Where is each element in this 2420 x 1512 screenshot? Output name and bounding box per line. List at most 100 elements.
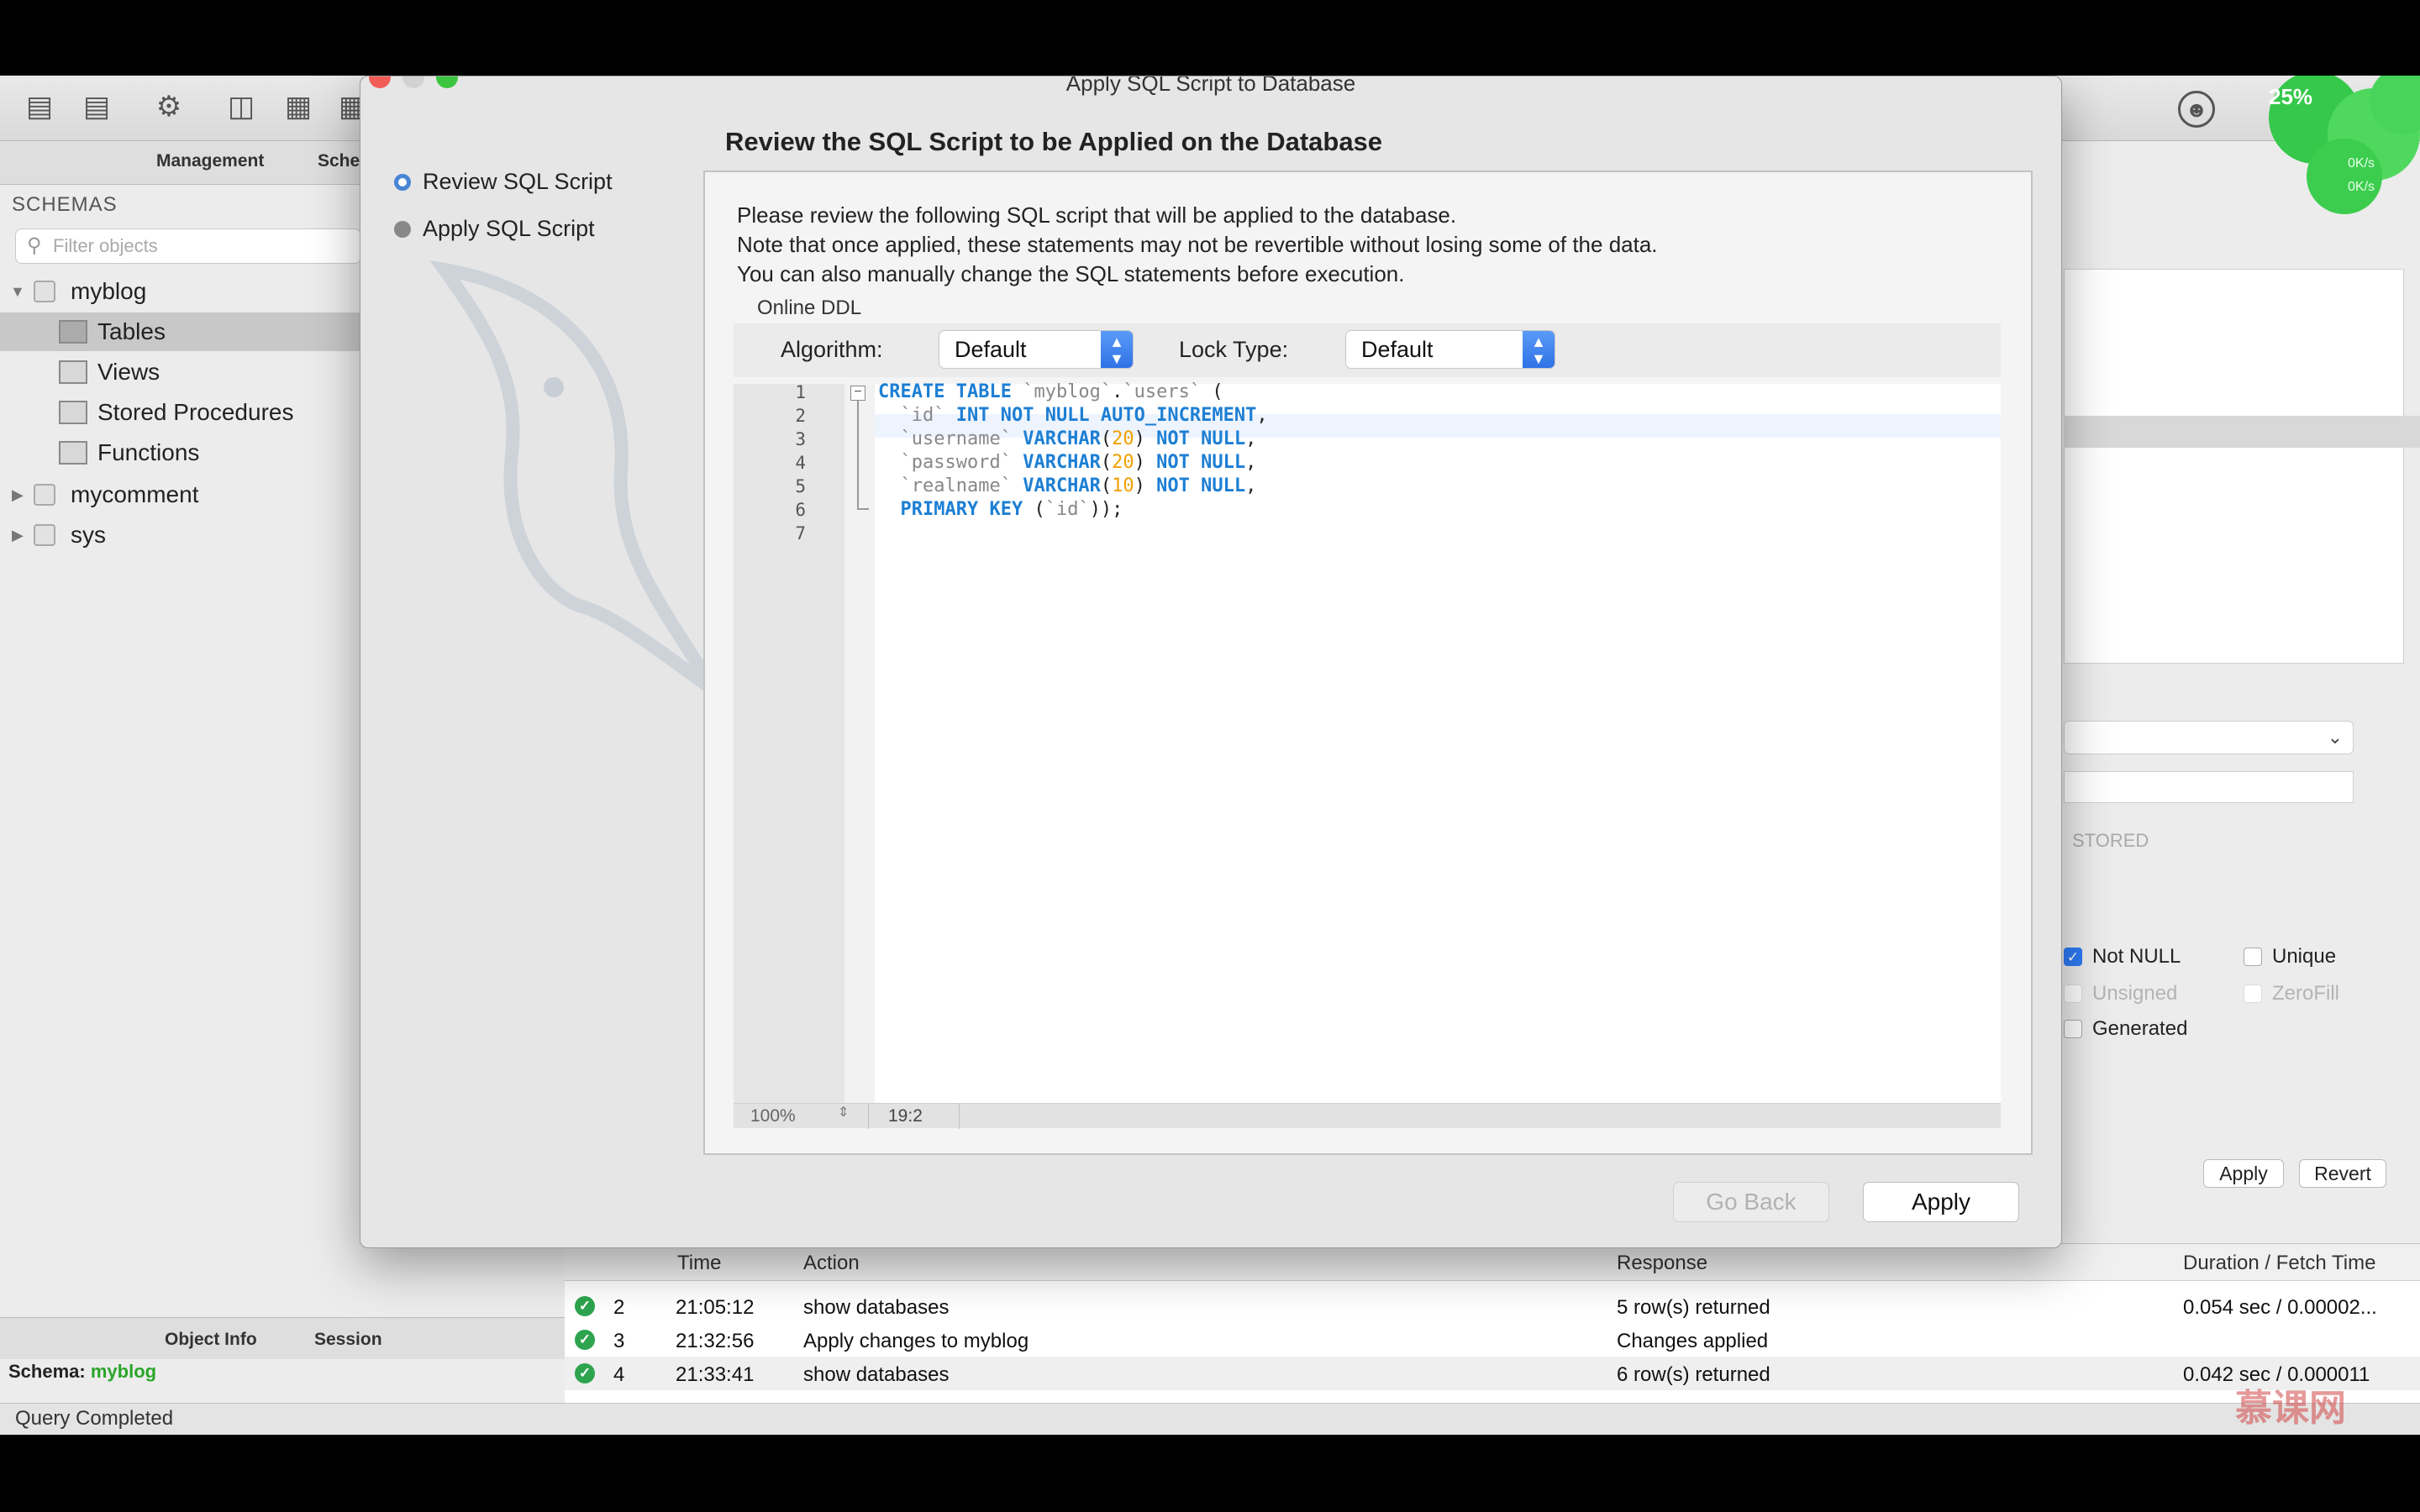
tab-object-info[interactable]: Object Info (165, 1330, 257, 1350)
zoom-stepper-icon[interactable]: ⇕ (838, 1104, 849, 1121)
schema-value: myblog (90, 1361, 157, 1382)
default-expression-field[interactable] (2064, 771, 2354, 803)
mysql-dolphin-logo (429, 260, 719, 696)
selected-column-row[interactable] (2064, 416, 2420, 448)
log-row[interactable]: ✓ 3 21:32:56 Apply changes to myblog Cha… (565, 1323, 2420, 1357)
tree-item-functions[interactable]: Functions (0, 433, 361, 472)
revert-button[interactable]: Revert (2299, 1159, 2386, 1188)
inspector-icon[interactable]: ⚙ (150, 87, 188, 126)
database-icon (34, 281, 55, 302)
unique-checkbox[interactable]: Unique (2244, 944, 2336, 969)
not-null-checkbox[interactable]: ✓ Not NULL (2064, 944, 2181, 969)
tree-item-label: myblog (71, 278, 147, 304)
disclosure-triangle-closed-icon[interactable]: ▶ (12, 475, 24, 514)
generated-checkbox[interactable]: Generated (2064, 1016, 2187, 1042)
row-action: show databases (803, 1296, 950, 1319)
pending-step-icon (394, 221, 411, 238)
row-action: show databases (803, 1363, 950, 1386)
code-line: PRIMARY KEY (`id`)); (900, 499, 1123, 520)
select-arrows-icon: ▲ ▼ (1523, 331, 1555, 368)
row-time: 21:33:41 (676, 1363, 755, 1386)
tree-item-label: mycomment (71, 481, 199, 507)
tables-folder-icon (59, 320, 87, 344)
step-apply-sql-script: Apply SQL Script (394, 216, 613, 263)
sql-code[interactable]: CREATE TABLE `myblog`.`users` ( `id` INT… (875, 381, 2001, 573)
sql-editor[interactable]: 1 2 3 4 5 6 7 − CREATE TABLE `myblog`.`u… (734, 381, 2001, 1103)
row-action: Apply changes to myblog (803, 1330, 1029, 1352)
tree-item-views[interactable]: Views (0, 353, 361, 391)
code-line: CREATE TABLE `myblog`.`users` ( (878, 381, 1223, 402)
account-icon[interactable]: ☻ (2178, 91, 2215, 128)
watermark-logo: 慕课网 (2235, 1388, 2346, 1429)
zerofill-checkbox: ZeroFill (2244, 981, 2339, 1006)
code-line: `username` VARCHAR(20) NOT NULL, (900, 428, 1257, 449)
step-review-sql-script: Review SQL Script (394, 169, 613, 216)
line-number: 2 (795, 406, 806, 426)
algorithm-select[interactable]: Default ▲ ▼ (939, 330, 1134, 369)
log-row[interactable]: ✓ 2 21:05:12 show databases 5 row(s) ret… (565, 1289, 2420, 1323)
apply-button[interactable]: Apply (1863, 1182, 2019, 1222)
row-number: 4 (613, 1363, 625, 1386)
online-ddl-options: Algorithm: Default ▲ ▼ Lock Type: Default… (734, 323, 2001, 377)
divider (868, 1104, 869, 1129)
tree-item-myblog[interactable]: ▼ myblog (0, 272, 361, 311)
collation-select[interactable]: ⌄ (2064, 721, 2354, 754)
collapse-block-icon[interactable]: − (850, 386, 865, 401)
apply-sql-dialog: Apply SQL Script to Database Review SQL … (360, 76, 2062, 1248)
procedures-folder-icon (59, 401, 87, 424)
line-number: 7 (795, 523, 806, 543)
tree-item-mycomment[interactable]: ▶ mycomment (0, 475, 361, 514)
lock-type-select[interactable]: Default ▲ ▼ (1345, 330, 1555, 369)
tree-item-label: Tables (97, 318, 166, 344)
columns-grid[interactable] (2064, 269, 2404, 664)
database-icon (34, 484, 55, 506)
tab-management[interactable]: Management (156, 151, 264, 171)
dialog-heading: Review the SQL Script to be Applied on t… (725, 127, 1383, 156)
checkbox-box (2244, 948, 2262, 966)
row-time: 21:05:12 (676, 1296, 755, 1319)
tree-item-tables[interactable]: Tables (0, 312, 361, 351)
apply-changes-button[interactable]: Apply (2203, 1159, 2284, 1188)
column-header-time[interactable]: Time (677, 1252, 721, 1275)
row-duration: 0.054 sec / 0.00002... (2183, 1296, 2377, 1319)
column-header-duration[interactable]: Duration / Fetch Time (2183, 1252, 2375, 1275)
checkbox-label: Not NULL (2092, 945, 2181, 968)
tab-schemas[interactable]: Sche (318, 151, 360, 171)
tab-session[interactable]: Session (314, 1330, 382, 1350)
log-row[interactable]: ✓ 4 21:33:41 show databases 6 row(s) ret… (565, 1357, 2420, 1390)
description-line: Please review the following SQL script t… (737, 202, 1457, 228)
create-schema-icon[interactable]: ◫ (222, 87, 260, 126)
tree-item-label: Functions (97, 439, 200, 465)
checkbox-label: ZeroFill (2272, 982, 2340, 1005)
disclosure-triangle-open-icon[interactable]: ▼ (10, 272, 25, 311)
schema-label: Schema: (8, 1361, 86, 1382)
row-time: 21:32:56 (676, 1330, 755, 1352)
column-header-action[interactable]: Action (803, 1252, 860, 1275)
description-line: You can also manually change the SQL sta… (737, 261, 1405, 286)
description: Please review the following SQL script t… (737, 201, 1658, 289)
filter-objects-input[interactable]: Filter objects (15, 228, 361, 264)
column-header-response[interactable]: Response (1617, 1252, 1707, 1275)
check-icon: ✓ (2064, 948, 2082, 966)
open-sql-script-icon[interactable]: ▤ (77, 87, 116, 126)
wizard-steps: Review SQL Script Apply SQL Script (394, 169, 613, 263)
line-number: 5 (795, 476, 806, 496)
views-folder-icon (59, 360, 87, 384)
disclosure-triangle-closed-icon[interactable]: ▶ (12, 516, 24, 554)
tree-item-sys[interactable]: ▶ sys (0, 516, 361, 554)
tree-item-stored-procedures[interactable]: Stored Procedures (0, 393, 361, 432)
go-back-button[interactable]: Go Back (1673, 1182, 1829, 1222)
row-number: 3 (613, 1330, 625, 1352)
schemas-title: SCHEMAS (12, 193, 118, 216)
stored-label: STORED (2072, 830, 2149, 851)
new-sql-tab-icon[interactable]: ▤ (20, 87, 59, 126)
algorithm-value: Default (955, 337, 1027, 362)
create-table-icon[interactable]: ▦ (279, 87, 318, 126)
line-number: 1 (795, 382, 806, 402)
navigator-tabs: Management Sche (0, 141, 361, 185)
cursor-position: 19:2 (888, 1106, 923, 1126)
download-speed: 0K/s (2348, 180, 2375, 194)
checkbox-box (2244, 984, 2262, 1003)
zoom-level[interactable]: 100% (750, 1106, 796, 1126)
fold-line (857, 401, 859, 510)
